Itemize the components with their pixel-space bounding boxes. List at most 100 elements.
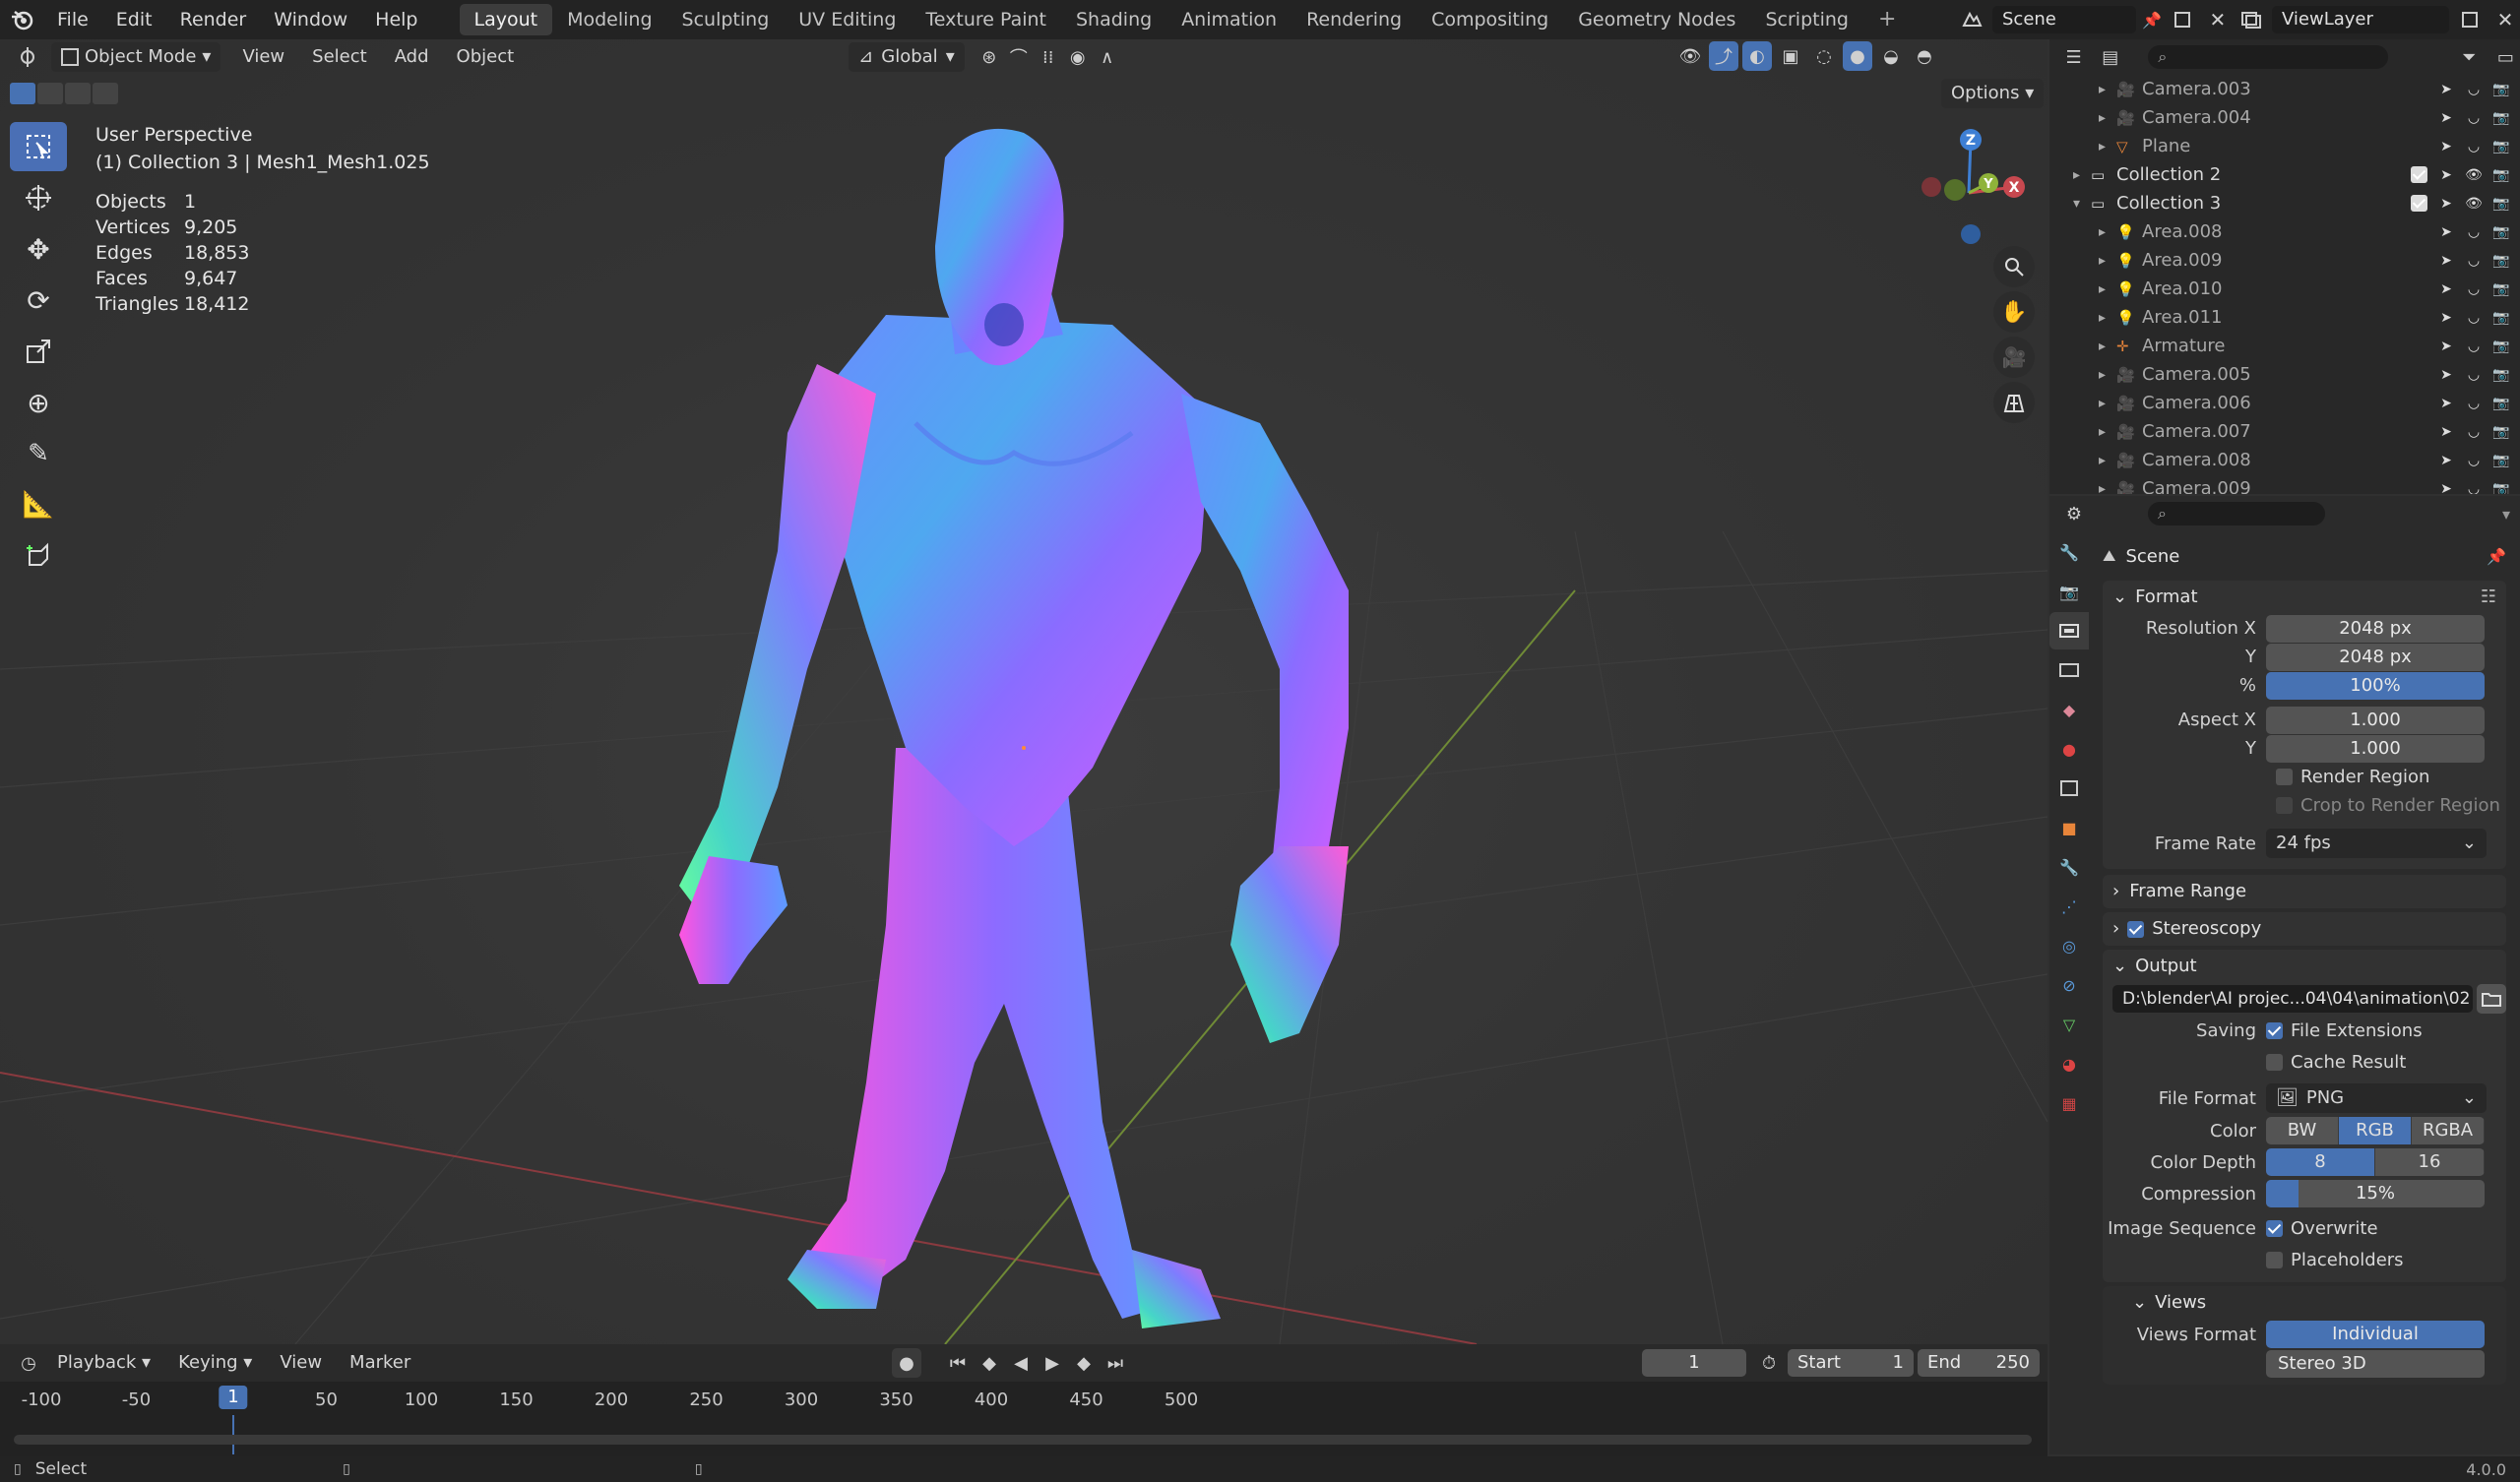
outliner-row[interactable]: ▸ 🎥 Camera.004 ➤ ◡ 📷 (2049, 103, 2520, 132)
hide-eye-icon[interactable]: ◡ (2465, 224, 2483, 240)
collection-tab-icon[interactable] (2049, 770, 2089, 807)
select-arrow-icon[interactable]: ➤ (2437, 196, 2455, 212)
exclude-checkbox[interactable] (2411, 195, 2427, 212)
output-tab-icon[interactable] (2049, 612, 2089, 649)
resolution-y-field[interactable]: 2048 px (2266, 643, 2485, 671)
placeholders-checkbox[interactable] (2266, 1251, 2283, 1268)
end-frame-field[interactable]: End 250 (1918, 1349, 2040, 1377)
render-camera-icon[interactable]: 📷 (2492, 82, 2510, 97)
outliner-row[interactable]: ▸ 💡 Area.008 ➤ ◡ 📷 (2049, 217, 2520, 246)
view-layer-icon[interactable] (2236, 5, 2266, 34)
render-camera-icon[interactable]: 📷 (2492, 396, 2510, 411)
outliner-row[interactable]: ▸ 🎥 Camera.009 ➤ ◡ 📷 (2049, 474, 2520, 494)
world-tab-icon[interactable]: ● (2049, 730, 2089, 768)
stereoscopy-checkbox[interactable] (2127, 920, 2145, 938)
tool-tab-icon[interactable]: 🔧 (2049, 533, 2089, 571)
chevron-right-icon[interactable]: ▸ (2099, 481, 2116, 495)
render-camera-icon[interactable]: 📷 (2492, 167, 2510, 183)
output-panel-header[interactable]: ⌄ Output (2103, 950, 2506, 983)
chevron-right-icon[interactable]: ▸ (2073, 167, 2091, 183)
crop-region-checkbox[interactable] (2276, 797, 2293, 814)
constraints-tab-icon[interactable]: ⊘ (2049, 966, 2089, 1004)
solid-shading-icon[interactable]: ● (1843, 41, 1872, 71)
hide-eye-icon[interactable]: 👁 (2465, 167, 2483, 183)
select-arrow-icon[interactable]: ➤ (2437, 453, 2455, 468)
select-arrow-icon[interactable]: ➤ (2437, 424, 2455, 440)
depth-8-option[interactable]: 8 (2266, 1148, 2375, 1176)
outliner-row[interactable]: ▸ 🎥 Camera.007 ➤ ◡ 📷 (2049, 417, 2520, 446)
snap-icon[interactable]: ⌒ (1004, 42, 1034, 72)
file-extensions-checkbox[interactable] (2266, 1021, 2283, 1039)
add-workspace-button[interactable]: + (1863, 4, 1911, 35)
render-camera-icon[interactable]: 📷 (2492, 281, 2510, 297)
render-region-row[interactable]: Render Region (2103, 767, 2506, 795)
navigation-gizmo[interactable]: Z X Y (1910, 126, 2028, 254)
frame-range-panel-header[interactable]: › Frame Range (2103, 875, 2506, 908)
select-arrow-icon[interactable]: ➤ (2437, 253, 2455, 269)
menu-window[interactable]: Window (260, 0, 361, 39)
select-new-icon[interactable] (10, 83, 35, 104)
outliner-row[interactable]: ▸ ▽ Plane ➤ ◡ 📷 (2049, 132, 2520, 160)
tab-modeling[interactable]: Modeling (552, 4, 666, 35)
select-invert-icon[interactable] (93, 83, 118, 104)
particles-tab-icon[interactable]: ⋰ (2049, 888, 2089, 925)
play-icon[interactable]: ▶ (1038, 1348, 1067, 1378)
output-path-field[interactable]: D:\blender\AI projec...04\04\animation\0… (2112, 985, 2473, 1013)
menu-select[interactable]: Select (298, 41, 381, 73)
render-camera-icon[interactable]: 📷 (2492, 253, 2510, 269)
options-dropdown[interactable]: Options ▾ (1941, 79, 2045, 108)
aspect-x-field[interactable]: 1.000 (2266, 706, 2485, 734)
aspect-y-field[interactable]: 1.000 (2266, 734, 2485, 763)
hide-eye-icon[interactable]: ◡ (2465, 82, 2483, 97)
hide-eye-icon[interactable]: ◡ (2465, 481, 2483, 495)
prev-keyframe-icon[interactable]: ◆ (975, 1348, 1004, 1378)
xray-toggle-icon[interactable]: ▣ (1776, 41, 1805, 71)
delete-view-layer-icon[interactable]: ✕ (2490, 5, 2520, 34)
hide-eye-icon[interactable]: ◡ (2465, 110, 2483, 126)
tab-scripting[interactable]: Scripting (1750, 4, 1863, 35)
timeline-scrollbar[interactable] (14, 1435, 2032, 1445)
camera-view-icon[interactable]: 🎥 (1993, 337, 2035, 378)
material-tab-icon[interactable]: ◕ (2049, 1045, 2089, 1082)
chevron-right-icon[interactable]: ▸ (2099, 139, 2116, 154)
outliner-row[interactable]: ▸ 💡 Area.009 ➤ ◡ 📷 (2049, 246, 2520, 275)
chevron-right-icon[interactable]: ▸ (2099, 396, 2116, 411)
properties-search-input[interactable]: ⌕ (2148, 502, 2325, 525)
material-shading-icon[interactable]: ◒ (1876, 41, 1906, 71)
color-bw-option[interactable]: BW (2266, 1117, 2339, 1144)
select-arrow-icon[interactable]: ➤ (2437, 167, 2455, 183)
select-subtract-icon[interactable] (65, 83, 91, 104)
tab-layout[interactable]: Layout (459, 4, 553, 35)
resolution-x-field[interactable]: 2048 px (2266, 614, 2485, 643)
render-camera-icon[interactable]: 📷 (2492, 339, 2510, 354)
new-view-layer-icon[interactable] (2455, 5, 2485, 34)
render-camera-icon[interactable]: 📷 (2492, 310, 2510, 326)
hide-eye-icon[interactable]: ◡ (2465, 367, 2483, 383)
depth-16-option[interactable]: 16 (2375, 1148, 2485, 1176)
snap-grid-icon[interactable]: ⁞⁞ (1034, 42, 1063, 72)
rotate-tool-icon[interactable]: ⟳ (10, 276, 67, 325)
menu-edit[interactable]: Edit (102, 0, 166, 39)
render-camera-icon[interactable]: 📷 (2492, 367, 2510, 383)
outliner-search-input[interactable]: ⌕ (2148, 45, 2388, 69)
record-icon[interactable]: ● (892, 1348, 921, 1378)
chevron-right-icon[interactable]: ▸ (2099, 453, 2116, 468)
render-camera-icon[interactable]: 📷 (2492, 453, 2510, 468)
next-keyframe-icon[interactable]: ◆ (1069, 1348, 1099, 1378)
view-layer-name-field[interactable]: ViewLayer (2272, 6, 2449, 33)
zoom-icon[interactable] (1993, 246, 2035, 287)
menu-playback[interactable]: Playback ▾ (43, 1347, 164, 1379)
editor-type-icon[interactable] (14, 42, 43, 72)
views-individual-option[interactable]: Individual (2266, 1321, 2485, 1348)
hide-eye-icon[interactable]: ◡ (2465, 424, 2483, 440)
outliner-row[interactable]: ▸ 🎥 Camera.003 ➤ ◡ 📷 (2049, 75, 2520, 103)
outliner-row[interactable]: ▸ ▭ Collection 2 ➤ 👁 📷 (2049, 160, 2520, 189)
outliner[interactable]: ☰ ▤ ⌕ ⏷ ▭ ▸ 🎥 Camera.003 ➤ ◡ 📷 ▸ 🎥 Camera.004 ➤ ◡ 📷… (2049, 39, 2520, 494)
render-region-checkbox[interactable] (2276, 769, 2293, 785)
falloff-icon[interactable]: ∧ (1093, 42, 1122, 72)
wireframe-shading-icon[interactable]: ◌ (1809, 41, 1839, 71)
render-tab-icon[interactable]: 📷 (2049, 573, 2089, 610)
play-reverse-icon[interactable]: ◀ (1006, 1348, 1036, 1378)
hide-eye-icon[interactable]: 👁 (2465, 196, 2483, 212)
select-arrow-icon[interactable]: ➤ (2437, 82, 2455, 97)
